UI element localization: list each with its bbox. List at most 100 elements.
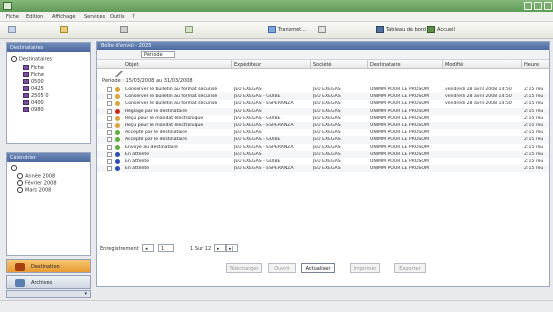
row-checkbox[interactable] [107,159,112,164]
tree-item[interactable]: 2505 0 [23,93,49,99]
tree-item[interactable]: 0400 [23,100,44,106]
tree-item[interactable]: Fiche [23,65,44,71]
app-icon [3,2,12,10]
toolbar-print-button[interactable] [120,26,130,35]
column-header-modifie[interactable]: Modifié [445,62,463,68]
cell-from: JEU EXEGAS [234,151,262,157]
toolbar-edit-button[interactable] [185,26,195,35]
calendar-root[interactable] [11,165,19,172]
table-row[interactable]: En attente JEU EXEGAS - GUIBE JEU EXEGAS UN… [97,158,549,165]
export-button[interactable]: Exporter [394,263,426,273]
close-button[interactable] [544,2,552,10]
row-checkbox[interactable] [107,94,112,100]
status-icon [115,137,120,143]
toolbar-dashboard-button[interactable]: Tableau de bord [376,26,426,35]
column-header-heure[interactable]: Heure [524,62,539,68]
cell-to: UNIMM POUR LE PROSOM [370,94,429,100]
menu-outils[interactable]: Outils [110,14,124,20]
cell-time: 2:15 réu [524,159,544,164]
cell-from: JEU EXEGAS - GUIBE [234,137,281,143]
calendar-item[interactable]: Mars 2008 [17,187,51,194]
row-checkbox[interactable] [107,123,112,128]
cell-time: 2:15 réu [524,123,544,128]
row-checkbox[interactable] [107,144,112,150]
table-row[interactable]: En attente JEU EXEGAS - ESPERANZA JEU EXEG… [97,165,549,173]
nav-destination[interactable]: Destination [6,259,91,273]
pager-current[interactable]: 1 [158,244,174,252]
column-header-objet[interactable]: Objet [125,62,139,68]
table-row[interactable]: Envoyé au destinataire JEU EXEGAS - ESPER… [97,144,549,151]
toolbar-transmit-button[interactable]: Transmet... [268,26,306,35]
destinataires-panel-title: Destinataires [7,43,90,52]
cell-time: 2:15 réu [524,130,544,136]
open-button[interactable]: Ouvrir [268,263,296,273]
menu-affichage[interactable]: Affichage [52,14,76,20]
row-checkbox[interactable] [107,151,112,157]
row-checkbox[interactable] [107,115,112,121]
menu-services[interactable]: Services [84,14,105,20]
filter-bar: Période [97,50,549,60]
toolbar-new-button[interactable] [8,26,18,35]
folder-icon [23,79,29,84]
table-row[interactable]: Conserver le bulletin au format sécurisé… [97,100,549,107]
row-checkbox[interactable] [107,108,112,114]
cell-subject: Réglage par le destinataire [125,108,188,114]
minimize-button[interactable] [524,2,532,10]
table-row[interactable]: Accepté par le destinataire JEU EXEGAS - … [97,136,549,144]
cell-from: JEU EXEGAS - GUIBE [234,115,281,121]
calendar-icon [11,165,17,171]
menu-edition[interactable]: Edition [26,14,43,20]
menu-help[interactable]: ? [132,14,135,20]
tree-item[interactable]: 0425 [23,86,44,92]
filter-select[interactable]: Période [141,51,175,58]
status-icon [115,166,120,172]
table-row[interactable]: Réglage par le destinataire JEU EXEGAS JEU… [97,107,549,115]
table-row[interactable]: Conserver le bulletin au format sécurisé… [97,86,549,93]
calendar-item[interactable]: Février 2008 [17,180,57,187]
cell-to: UNIMM POUR LE PROSOM [370,144,429,150]
status-icon [115,159,120,164]
table-row[interactable]: Reçu pour le mandat électronique JEU EXEG… [97,122,549,130]
column-header-societe[interactable]: Société [313,62,331,68]
status-icon [115,130,120,136]
tree-item[interactable]: 0500 [23,79,44,85]
toolbar-attach-button[interactable] [318,26,328,35]
pager-next-button[interactable]: ▸ [214,244,226,252]
pager-label: Enregistrement [100,246,139,252]
nav-archives[interactable]: Archives [6,275,91,289]
table-row[interactable]: Accepté par le destinataire JEU EXEGAS JEU… [97,129,549,136]
table-row[interactable]: Reçu pour le mandat électronique JEU EXEG… [97,115,549,122]
toolbar-home-button[interactable]: Accueil [427,26,455,35]
table-row[interactable]: En attente JEU EXEGAS JEU EXEGAS UNIMM POUR… [97,150,549,158]
column-header-expediteur[interactable]: Expéditeur [234,62,261,68]
row-checkbox[interactable] [107,130,112,136]
nav-overflow[interactable]: ▾ [6,290,91,298]
refresh-button[interactable]: Actualiser [301,263,335,273]
tree-item[interactable]: 0980 [23,107,44,113]
tree-item[interactable]: Fiche [23,72,44,78]
cell-to: UNIMM POUR LE PROSOM [370,115,429,121]
chevron-down-icon: ▾ [84,291,87,297]
calendar-item[interactable]: Année 2008 [17,173,55,180]
cell-to: UNIMM POUR LE PROSOM [370,123,429,128]
row-checkbox[interactable] [107,101,112,107]
column-header-destinataire[interactable]: Destinataire [370,62,401,68]
download-button[interactable]: Télécharger [226,263,262,273]
row-checkbox[interactable] [107,87,112,92]
row-checkbox[interactable] [107,137,112,143]
tree-root[interactable]: Destinataires [11,56,52,63]
pager-prev-button[interactable]: ◂ [142,244,154,252]
cell-to: UNIMM POUR LE PROSOM [370,130,429,136]
toolbar-open-button[interactable] [60,26,70,35]
status-icon [115,101,120,107]
print-icon [120,26,128,33]
print-button[interactable]: Imprimer [350,263,380,273]
archive-icon [15,279,25,287]
pager-last-button[interactable]: ▸| [226,244,238,252]
group-row[interactable]: Période : 15/03/2008 au 31/03/2008 [97,78,549,86]
table-row[interactable]: Conserver le bulletin au format sécurisé… [97,93,549,101]
row-checkbox[interactable] [107,166,112,172]
maximize-button[interactable] [534,2,542,10]
calendar-icon [17,180,23,186]
menu-fiche[interactable]: Fiche [6,14,19,20]
